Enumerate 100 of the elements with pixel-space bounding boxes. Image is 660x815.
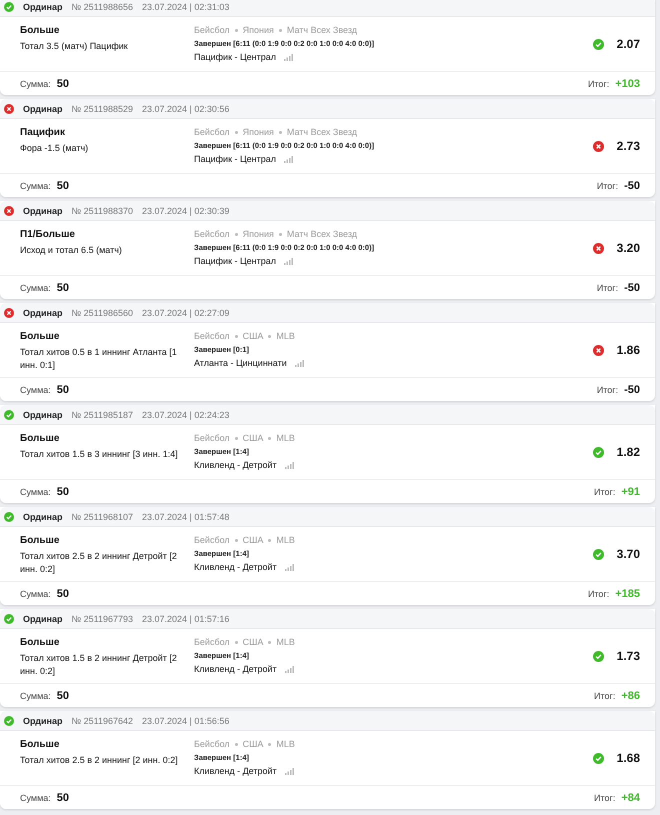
- separator-dot: [278, 28, 282, 32]
- separator-dot: [268, 640, 272, 644]
- stake-value: 50: [56, 282, 70, 294]
- bet-number: № 2511988656: [71, 2, 134, 12]
- match-teams: Кливленд - Детройт: [194, 460, 277, 470]
- bet-odds: 2.73: [616, 139, 640, 153]
- total-label: Итог:: [594, 690, 616, 700]
- signal-bars-icon: [284, 564, 294, 570]
- total-label: Итог:: [594, 486, 616, 496]
- separator-dot: [278, 130, 282, 134]
- bet-odds: 1.68: [616, 751, 640, 765]
- separator-dot: [234, 334, 238, 338]
- total-value: -50: [624, 282, 640, 294]
- match-teams: Кливленд - Детройт: [194, 766, 277, 776]
- bet-pick: Больше: [20, 331, 60, 342]
- separator-dot: [278, 232, 282, 236]
- bet-odds: 1.73: [616, 649, 640, 663]
- bet-market: Тотал хитов 1.5 в 2 иннинг Детройт [2 инн. 0:2]: [20, 652, 178, 678]
- bet-datetime: 23.07.2024 | 01:57:16: [142, 614, 230, 624]
- total-label: Итог:: [596, 180, 618, 190]
- bet-pick: П1/Больше: [20, 229, 76, 240]
- breadcrumb-item: Япония: [242, 127, 274, 137]
- total-value: +103: [615, 78, 640, 90]
- bet-type: Ординар: [23, 716, 62, 726]
- bet-type: Ординар: [23, 104, 62, 114]
- bet-datetime: 23.07.2024 | 01:56:56: [142, 716, 230, 726]
- breadcrumb-item: Бейсбол: [194, 25, 230, 35]
- separator-dot: [234, 538, 238, 542]
- bet-market: Тотал хитов 2.5 в 2 иннинг Детройт [2 инн. 0:2]: [20, 550, 178, 576]
- bet-market: Тотал хитов 2.5 в 2 иннинг [2 инн. 0:2]: [20, 754, 179, 767]
- bet-odds: 3.70: [616, 547, 640, 561]
- bet-odds: 2.07: [616, 37, 640, 51]
- breadcrumb-item: Бейсбол: [194, 433, 230, 443]
- signal-bars-icon: [284, 768, 294, 774]
- bet-number: № 2511967793: [71, 614, 134, 624]
- total-label: Итог:: [588, 588, 610, 598]
- match-teams: Атланта - Цинциннати: [194, 358, 287, 368]
- breadcrumb-item: MLB: [276, 535, 295, 545]
- stake-label: Сумма:: [20, 792, 51, 802]
- breadcrumb-item: США: [242, 331, 264, 341]
- bet-number: № 2511988370: [71, 206, 134, 216]
- stake-label: Сумма:: [20, 384, 51, 394]
- breadcrumb-item: Бейсбол: [194, 229, 230, 239]
- breadcrumb-item: Бейсбол: [194, 739, 230, 749]
- bet-type: Ординар: [23, 308, 62, 318]
- bet-datetime: 23.07.2024 | 02:31:03: [142, 2, 230, 12]
- stake-label: Сумма:: [20, 282, 51, 292]
- signal-bars-icon: [294, 360, 304, 366]
- match-teams: Пацифик - Централ: [194, 52, 276, 62]
- signal-bars-icon: [284, 54, 294, 60]
- stake-value: 50: [56, 588, 70, 600]
- bet-datetime: 23.07.2024 | 02:30:39: [142, 206, 230, 216]
- breadcrumb-item: MLB: [276, 433, 295, 443]
- total-label: Итог:: [596, 384, 618, 394]
- bet-number: № 2511968107: [71, 512, 134, 522]
- bet-market: Тотал хитов 1.5 в 3 иннинг [3 инн. 1:4]: [20, 448, 179, 461]
- separator-dot: [268, 538, 272, 542]
- bet-type: Ординар: [23, 2, 62, 12]
- breadcrumb-item: MLB: [276, 637, 295, 647]
- stake-label: Сумма:: [20, 78, 51, 88]
- total-value: +84: [621, 792, 640, 804]
- stake-label: Сумма:: [20, 486, 51, 496]
- separator-dot: [234, 232, 238, 236]
- stake-value: 50: [56, 792, 70, 804]
- total-label: Итог:: [588, 78, 610, 88]
- bet-pick: Больше: [20, 637, 60, 648]
- stake-value: 50: [56, 384, 70, 396]
- bet-number: № 2511988529: [71, 104, 134, 114]
- stake-label: Сумма:: [20, 180, 51, 190]
- bet-odds: 1.82: [616, 445, 640, 459]
- separator-dot: [234, 436, 238, 440]
- signal-bars-icon: [284, 462, 294, 468]
- separator-dot: [234, 28, 238, 32]
- match-teams: Кливленд - Детройт: [194, 562, 277, 572]
- bet-pick: Больше: [20, 535, 60, 546]
- breadcrumb-item: США: [242, 637, 264, 647]
- bet-pick: Больше: [20, 433, 60, 444]
- signal-bars-icon: [284, 666, 294, 672]
- stake-label: Сумма:: [20, 588, 51, 598]
- stake-value: 50: [56, 180, 70, 192]
- total-value: -50: [624, 180, 640, 192]
- signal-bars-icon: [284, 156, 294, 162]
- total-value: +91: [621, 486, 640, 498]
- bet-pick: Пацифик: [20, 127, 66, 138]
- bet-odds: 1.86: [616, 343, 640, 357]
- bet-type: Ординар: [23, 206, 62, 216]
- stake-value: 50: [56, 690, 70, 702]
- match-teams: Пацифик - Централ: [194, 256, 276, 266]
- bet-number: № 2511986560: [71, 308, 134, 318]
- total-value: -50: [624, 384, 640, 396]
- separator-dot: [234, 130, 238, 134]
- bet-number: № 2511967642: [71, 716, 134, 726]
- breadcrumb-item: Бейсбол: [194, 127, 230, 137]
- breadcrumb-item: Япония: [242, 25, 274, 35]
- bet-market: Тотал 3.5 (матч) Пацифик: [20, 40, 129, 53]
- breadcrumb-item: Япония: [242, 229, 274, 239]
- separator-dot: [234, 742, 238, 746]
- breadcrumb-item: Бейсбол: [194, 637, 230, 647]
- separator-dot: [268, 742, 272, 746]
- total-value: +86: [621, 690, 640, 702]
